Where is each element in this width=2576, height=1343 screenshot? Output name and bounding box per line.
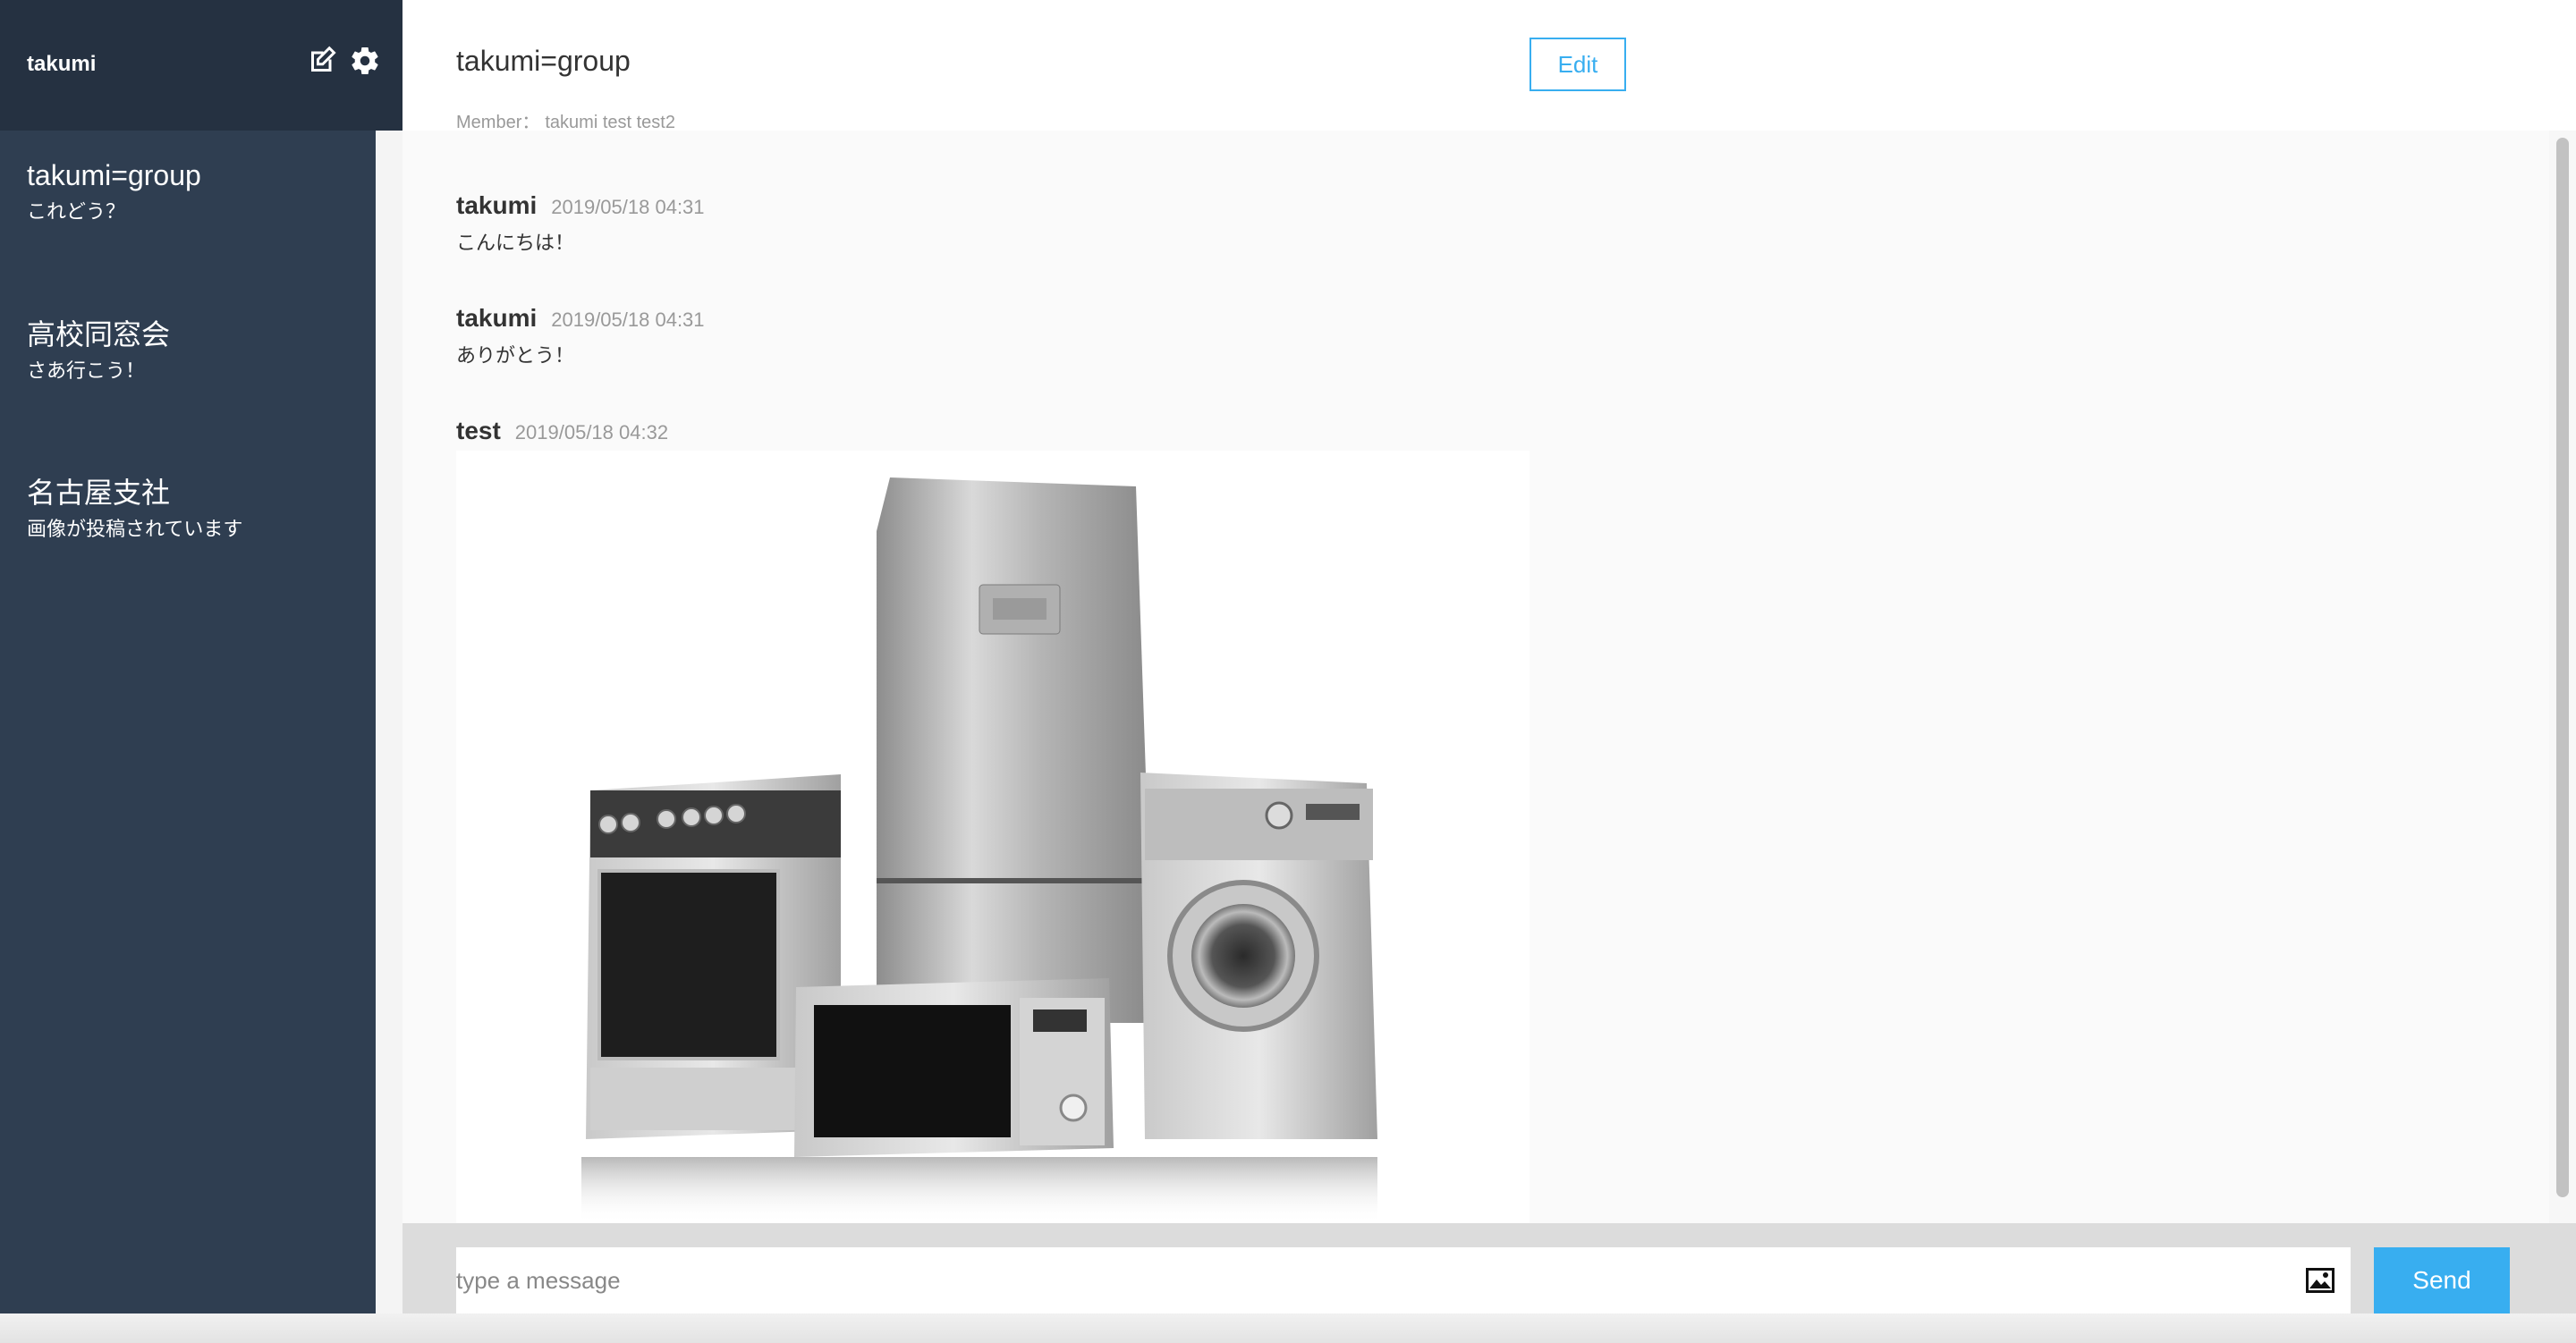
member-label: Member： [456, 113, 540, 132]
member-list: Member： takumi test test2 [456, 107, 681, 133]
group-last-message: 画像が投稿されています [27, 518, 243, 540]
sidebar-header: takumi [0, 0, 402, 131]
message-date: 2019/05/18 04:31 [551, 196, 705, 218]
message-text: こんにちは！ [456, 232, 575, 254]
message-text: ありがとう！ [456, 344, 575, 367]
message-scrollbar[interactable] [2549, 131, 2576, 1223]
group-last-message: さあ行こう！ [27, 359, 146, 382]
message-input[interactable] [456, 1247, 2351, 1313]
sidebar-actions [304, 43, 383, 79]
message-image[interactable] [456, 451, 1530, 1223]
message: test 2019/05/18 04:32 [456, 417, 668, 445]
edit-group-button[interactable]: Edit [1530, 38, 1626, 91]
chat-header: takumi=group Member： takumi test test2 Ed… [402, 0, 2576, 133]
gear-icon[interactable] [347, 43, 383, 79]
current-user-name: takumi [27, 52, 97, 76]
send-button[interactable]: Send [2374, 1247, 2510, 1313]
group-list: takumi=group これどう？ 高校同窓会 さあ行こう！ 名古屋支社 画像… [0, 131, 376, 1313]
message-list: takumi 2019/05/18 04:31 こんにちは！ takumi 20… [402, 131, 2549, 1223]
message-date: 2019/05/18 04:32 [514, 421, 669, 443]
image-upload-icon[interactable] [2306, 1268, 2334, 1293]
scrollbar-thumb[interactable] [2556, 138, 2569, 1197]
message-date: 2019/05/18 04:31 [551, 308, 705, 331]
group-name: 高校同窓会 [27, 318, 171, 351]
group-item[interactable]: 高校同窓会 さあ行こう！ [27, 317, 367, 384]
edit-icon[interactable] [304, 43, 340, 79]
message-user: takumi [456, 304, 538, 332]
chat-title: takumi=group [456, 45, 631, 77]
group-item[interactable]: takumi=group これどう？ [27, 157, 367, 225]
group-name: takumi=group [27, 159, 201, 191]
message-user: takumi [456, 191, 538, 219]
message: takumi 2019/05/18 04:31 こんにちは！ [456, 191, 705, 256]
group-item[interactable]: 名古屋支社 画像が投稿されています [27, 475, 367, 543]
message-user: test [456, 417, 501, 444]
message-composer: Send [402, 1223, 2576, 1313]
member-names: takumi test test2 [545, 113, 675, 132]
window-bottom-edge [0, 1313, 2576, 1343]
message: takumi 2019/05/18 04:31 ありがとう！ [456, 304, 705, 368]
group-name: 名古屋支社 [27, 477, 171, 509]
group-last-message: これどう？ [27, 200, 126, 223]
sidebar-divider [376, 131, 402, 1313]
